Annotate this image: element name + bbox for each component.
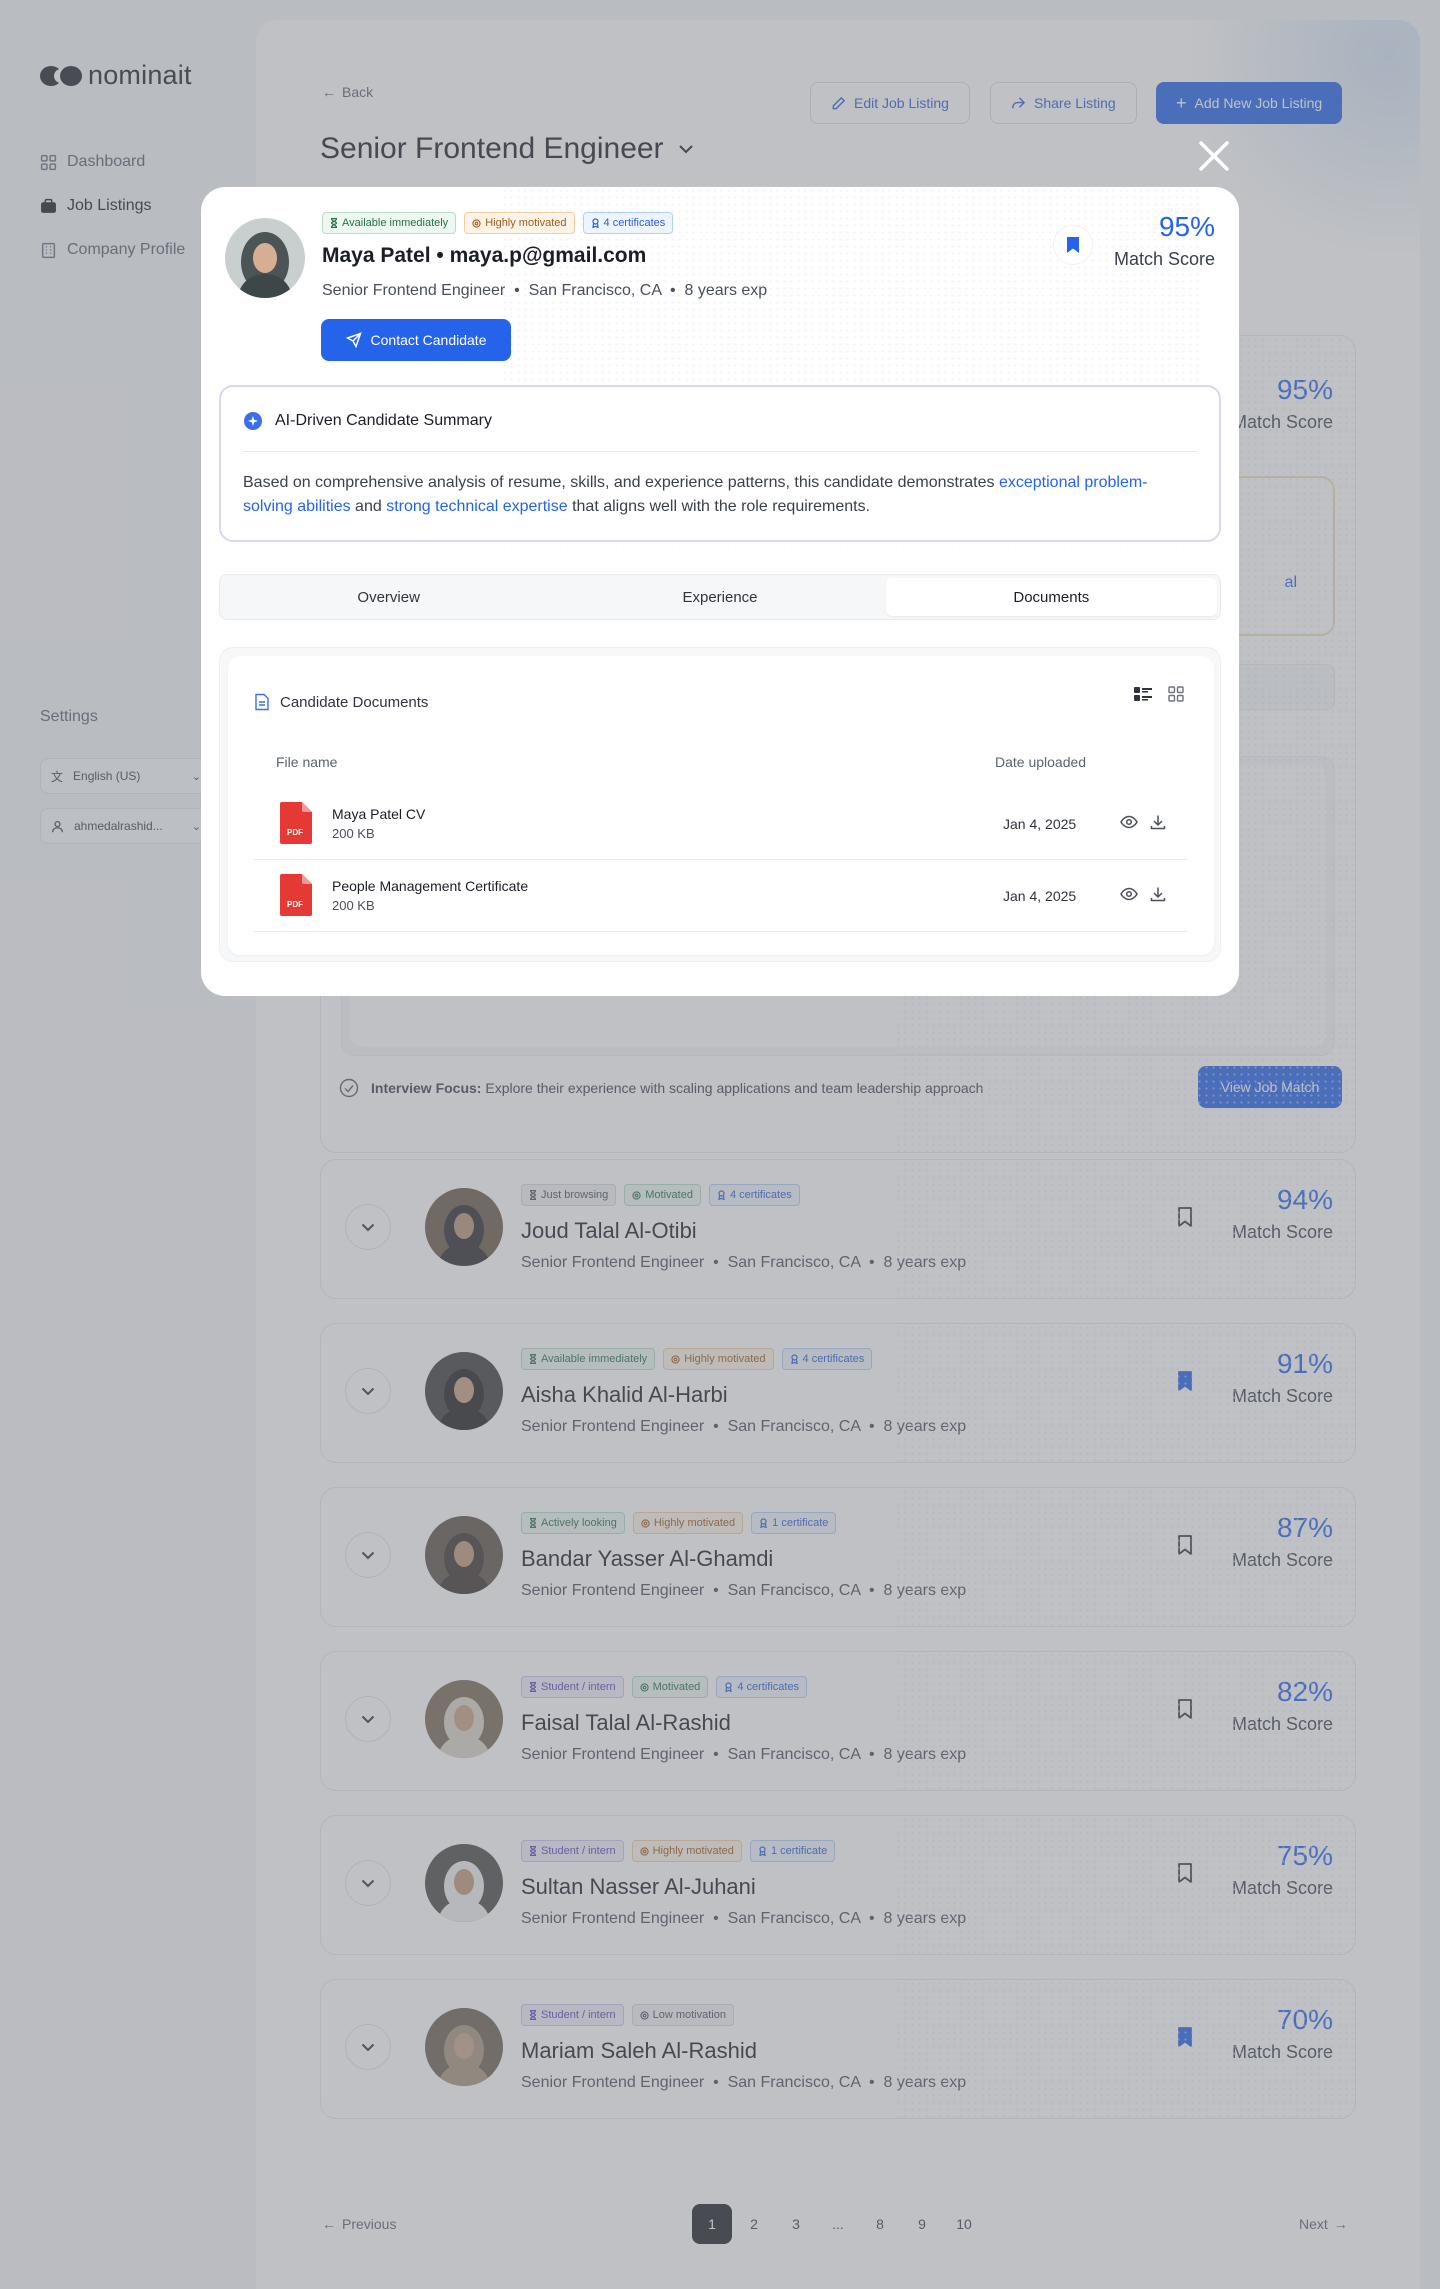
summary-text: and (350, 498, 387, 515)
document-icon (255, 693, 269, 711)
documents-panel: Candidate Documents File name Date uploa… (219, 647, 1221, 962)
tab-overview[interactable]: Overview (223, 578, 554, 616)
status-badge: 4 certificates (582, 212, 674, 234)
documents-title: Candidate Documents (280, 693, 429, 711)
summary-text: that aligns well with the role requireme… (567, 498, 871, 515)
match-score: 95% Match Score (1114, 211, 1215, 270)
candidate-meta: Senior Frontend Engineer • San Francisco… (322, 282, 768, 299)
document-date: Jan 4, 2025 (1003, 888, 1077, 904)
ai-summary-header: AI-Driven Candidate Summary (243, 411, 492, 431)
column-header-file: File name (276, 754, 338, 770)
document-row: PDF People Management Certificate 200 KB Ja… (254, 860, 1188, 932)
badge-label: Highly motivated (485, 217, 567, 229)
pdf-file-icon (280, 802, 312, 844)
download-icon[interactable] (1150, 814, 1166, 830)
bookmark-button[interactable] (1053, 225, 1093, 265)
document-size: 200 KB (332, 898, 375, 913)
eye-icon[interactable] (1120, 814, 1138, 830)
download-icon[interactable] (1150, 886, 1166, 902)
status-badge: Available immediately (322, 212, 457, 234)
list-view-icon[interactable] (1134, 686, 1152, 702)
document-date: Jan 4, 2025 (1003, 816, 1077, 832)
sparkle-icon (244, 412, 262, 430)
status-badge: Highly motivated (464, 212, 575, 234)
candidate-modal: Available immediately Highly motivated 4 c… (201, 187, 1239, 996)
document-size: 200 KB (332, 826, 375, 841)
badge-label: Available immediately (342, 217, 449, 229)
certificate-icon (591, 218, 599, 228)
candidate-name-email: Maya Patel • maya.p@gmail.com (322, 244, 647, 267)
match-score-label: Match Score (1113, 249, 1215, 269)
contact-label: Contact Candidate (370, 332, 487, 348)
document-name[interactable]: Maya Patel CV (332, 806, 425, 822)
documents-header: Candidate Documents (254, 693, 428, 711)
view-toggle (1134, 686, 1184, 702)
document-name[interactable]: People Management Certificate (332, 878, 528, 894)
pdf-file-icon (280, 874, 312, 916)
contact-candidate-button[interactable]: Contact Candidate (321, 319, 511, 361)
eye-icon[interactable] (1120, 886, 1138, 902)
candidate-badges: Available immediately Highly motivated 4 c… (322, 212, 674, 234)
column-header-date: Date uploaded (995, 754, 1087, 770)
document-actions (1120, 886, 1166, 902)
avatar (225, 218, 305, 298)
divider (243, 451, 1197, 452)
grid-view-icon[interactable] (1168, 686, 1184, 702)
match-score-value: 95% (1158, 211, 1215, 242)
pdf-label: PDF (287, 828, 303, 837)
ai-summary-text: Based on comprehensive analysis of resum… (243, 471, 1183, 519)
candidate-tabs: Overview Experience Documents (219, 574, 1221, 620)
document-actions (1120, 814, 1166, 830)
bookmark-filled-icon (1067, 237, 1079, 253)
hourglass-icon (330, 218, 338, 228)
target-icon (472, 218, 481, 228)
documents-card: Candidate Documents File name Date uploa… (228, 656, 1214, 955)
close-icon[interactable] (1196, 138, 1232, 174)
ai-summary-title: AI-Driven Candidate Summary (275, 412, 492, 429)
document-row: PDF Maya Patel CV 200 KB Jan 4, 2025 (254, 788, 1188, 860)
badge-label: 4 certificates (603, 217, 666, 229)
ai-summary-box: AI-Driven Candidate Summary Based on com… (219, 385, 1221, 542)
summary-text: Based on comprehensive analysis of resum… (243, 474, 999, 491)
pdf-label: PDF (287, 900, 303, 909)
tab-experience[interactable]: Experience (554, 578, 885, 616)
tab-documents[interactable]: Documents (885, 578, 1217, 616)
send-icon (345, 332, 362, 348)
summary-highlight: strong technical expertise (386, 498, 568, 515)
